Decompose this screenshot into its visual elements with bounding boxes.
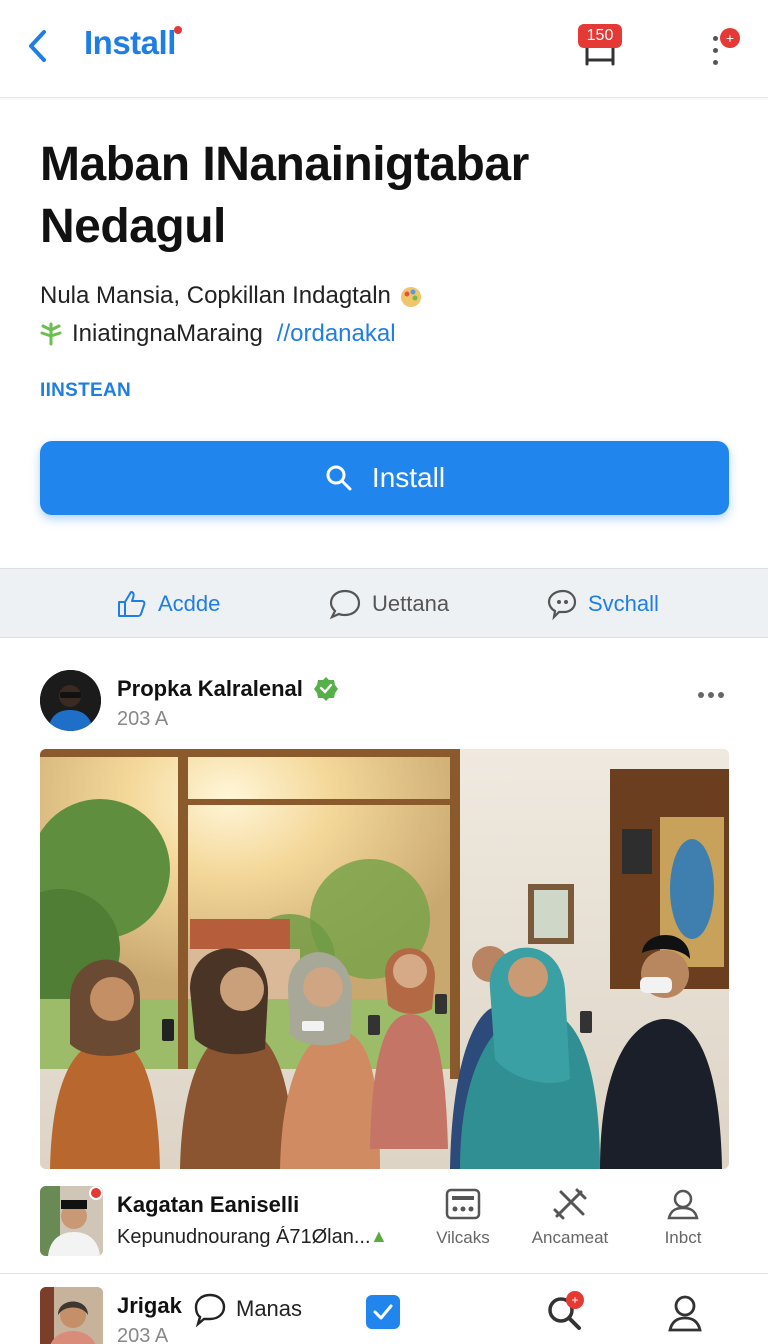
leaf-icon bbox=[40, 322, 62, 346]
share-icon bbox=[547, 589, 577, 621]
back-arrow-icon[interactable] bbox=[24, 26, 54, 66]
menu-badge: + bbox=[720, 28, 740, 48]
list-item[interactable]: Jrigak 203 A Manas + bbox=[0, 1275, 768, 1344]
author-avatar[interactable] bbox=[40, 670, 101, 731]
page-title: Install bbox=[84, 24, 182, 62]
page-title-text: Install bbox=[84, 24, 176, 61]
checkbox[interactable] bbox=[366, 1295, 400, 1329]
group-photo bbox=[40, 749, 729, 1169]
post-author[interactable]: Propka Kalralenal bbox=[117, 676, 339, 702]
search-button[interactable]: + bbox=[544, 1291, 584, 1338]
comment-icon bbox=[329, 589, 361, 620]
avatar-image bbox=[40, 670, 101, 731]
radio-icon bbox=[445, 1188, 481, 1220]
menu-dot-icon bbox=[713, 36, 718, 41]
share-label: Svchall bbox=[588, 591, 659, 616]
post-time: 203 A bbox=[117, 708, 169, 730]
user-avatar[interactable] bbox=[40, 1186, 103, 1256]
comment-button[interactable]: Uettana bbox=[328, 585, 449, 623]
download-queue-button[interactable]: 150 bbox=[578, 24, 622, 68]
like-label: Acdde bbox=[158, 591, 221, 616]
app-developer: IniatingnaMaraing //ordanakal bbox=[38, 320, 396, 348]
menu-dot-icon bbox=[713, 48, 718, 53]
share-button[interactable]: Svchall bbox=[544, 585, 659, 623]
stand-icon bbox=[585, 48, 615, 66]
developer-link[interactable]: //ordanakal bbox=[277, 320, 396, 348]
menu-dot-icon bbox=[713, 60, 718, 65]
post-header: Propka Kalralenal 203 A bbox=[0, 640, 768, 748]
top-app-bar: Install 150 + bbox=[0, 0, 768, 98]
verified-icon bbox=[313, 677, 338, 701]
person-icon bbox=[668, 1295, 702, 1332]
like-button[interactable]: Acdde bbox=[116, 585, 220, 623]
tab-vilcaks[interactable]: Vilcaks bbox=[408, 1186, 518, 1248]
tab-label: Ancameat bbox=[531, 1228, 609, 1247]
dot-icon bbox=[698, 692, 704, 698]
search-icon bbox=[326, 465, 352, 491]
item-description: Kepunudnourang Á71Ølan... bbox=[117, 1226, 371, 1248]
app-header: Maban INanainigtabar Nedagul Nula Mansia… bbox=[0, 100, 768, 568]
tab-ancameat[interactable]: Ancameat bbox=[515, 1186, 625, 1248]
post-options-button[interactable] bbox=[698, 692, 724, 698]
list-item[interactable]: Kagatan Eaniselli Kepunudnourang Á71Ølan… bbox=[0, 1170, 768, 1274]
chat-button[interactable]: Manas bbox=[192, 1291, 302, 1327]
check-icon bbox=[373, 1304, 393, 1320]
user-avatar[interactable] bbox=[40, 1287, 103, 1344]
thumbs-up-icon bbox=[118, 591, 146, 617]
person-icon bbox=[667, 1189, 699, 1220]
overflow-menu-button[interactable]: + bbox=[700, 28, 740, 72]
avatar-image bbox=[40, 1287, 103, 1344]
subtitle-text: Nula Mansia, Copkillan Indagtaln bbox=[40, 282, 391, 309]
notification-dot bbox=[89, 1186, 103, 1200]
palette-icon bbox=[400, 286, 421, 307]
profile-button[interactable] bbox=[666, 1293, 704, 1338]
post-author-name: Propka Kalralenal bbox=[117, 676, 303, 701]
tools-icon bbox=[553, 1188, 587, 1220]
install-button[interactable]: Install bbox=[40, 441, 729, 515]
chat-label: Manas bbox=[236, 1296, 303, 1321]
section-label: IINSTEAN bbox=[40, 380, 132, 401]
search-badge: + bbox=[566, 1291, 584, 1309]
action-strip: Acdde Uettana Svchall bbox=[0, 568, 768, 638]
item-title: Jrigak bbox=[117, 1293, 182, 1318]
dot-icon bbox=[718, 692, 724, 698]
tab-inbct[interactable]: Inbct bbox=[628, 1186, 738, 1248]
dot-icon bbox=[708, 692, 714, 698]
comment-label: Uettana bbox=[372, 591, 450, 616]
app-title: Maban INanainigtabar Nedagul bbox=[40, 138, 529, 253]
post-image[interactable] bbox=[40, 749, 729, 1169]
tab-label: Vilcaks bbox=[436, 1228, 490, 1247]
up-arrow-icon: ▲ bbox=[370, 1226, 388, 1246]
chat-icon bbox=[194, 1293, 226, 1327]
developer-name: IniatingnaMaraing bbox=[72, 320, 263, 347]
install-button-label: Install bbox=[371, 462, 446, 493]
queue-count-badge: 150 bbox=[578, 24, 622, 48]
notification-dot bbox=[173, 26, 182, 34]
item-time: 203 A bbox=[117, 1325, 169, 1344]
tab-label: Inbct bbox=[664, 1228, 702, 1247]
app-subtitle: Nula Mansia, Copkillan Indagtaln bbox=[40, 282, 424, 310]
item-title: Kagatan Eaniselli bbox=[117, 1192, 300, 1217]
